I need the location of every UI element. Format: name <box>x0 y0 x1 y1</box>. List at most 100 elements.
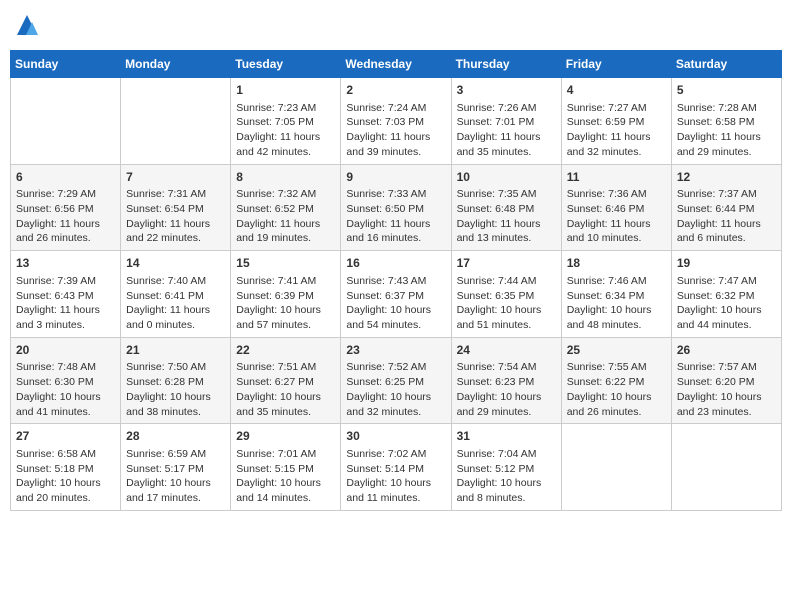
day-content: Sunrise: 7:01 AM Sunset: 5:15 PM Dayligh… <box>236 447 335 506</box>
day-number: 28 <box>126 428 225 445</box>
day-number: 10 <box>457 169 556 186</box>
day-content: Sunrise: 7:36 AM Sunset: 6:46 PM Dayligh… <box>567 187 666 246</box>
day-content: Sunrise: 7:50 AM Sunset: 6:28 PM Dayligh… <box>126 360 225 419</box>
logo <box>10 10 42 40</box>
calendar-cell: 5 Sunrise: 7:28 AM Sunset: 6:58 PM Daylig… <box>671 78 781 165</box>
calendar-cell: 22Sunrise: 7:51 AM Sunset: 6:27 PM Dayli… <box>231 337 341 424</box>
day-number: 7 <box>126 169 225 186</box>
calendar-cell: 23Sunrise: 7:52 AM Sunset: 6:25 PM Dayli… <box>341 337 451 424</box>
calendar-body: 1 Sunrise: 7:23 AM Sunset: 7:05 PM Daylig… <box>11 78 782 511</box>
day-content: Sunrise: 7:43 AM Sunset: 6:37 PM Dayligh… <box>346 274 445 333</box>
day-content: Sunrise: 7:26 AM Sunset: 7:01 PM Dayligh… <box>457 101 556 160</box>
calendar-cell: 20Sunrise: 7:48 AM Sunset: 6:30 PM Dayli… <box>11 337 121 424</box>
header-wednesday: Wednesday <box>341 51 451 78</box>
day-number: 12 <box>677 169 776 186</box>
calendar-cell: 24Sunrise: 7:54 AM Sunset: 6:23 PM Dayli… <box>451 337 561 424</box>
week-row-0: 1 Sunrise: 7:23 AM Sunset: 7:05 PM Daylig… <box>11 78 782 165</box>
calendar-cell: 17 Sunrise: 7:44 AM Sunset: 6:35 PM Dayli… <box>451 251 561 338</box>
day-number: 15 <box>236 255 335 272</box>
day-number: 18 <box>567 255 666 272</box>
header-thursday: Thursday <box>451 51 561 78</box>
calendar-cell: 12Sunrise: 7:37 AM Sunset: 6:44 PM Dayli… <box>671 164 781 251</box>
week-row-1: 6Sunrise: 7:29 AM Sunset: 6:56 PM Daylig… <box>11 164 782 251</box>
calendar-cell: 28 Sunrise: 6:59 AM Sunset: 5:17 PM Dayli… <box>121 424 231 511</box>
calendar-cell: 21Sunrise: 7:50 AM Sunset: 6:28 PM Dayli… <box>121 337 231 424</box>
calendar-cell: 8Sunrise: 7:32 AM Sunset: 6:52 PM Daylig… <box>231 164 341 251</box>
day-number: 1 <box>236 82 335 99</box>
page-header <box>10 10 782 40</box>
calendar-cell: 13 Sunrise: 7:39 AM Sunset: 6:43 PM Dayli… <box>11 251 121 338</box>
calendar-cell: 7Sunrise: 7:31 AM Sunset: 6:54 PM Daylig… <box>121 164 231 251</box>
day-number: 29 <box>236 428 335 445</box>
day-content: Sunrise: 6:58 AM Sunset: 5:18 PM Dayligh… <box>16 447 115 506</box>
week-row-4: 27Sunrise: 6:58 AM Sunset: 5:18 PM Dayli… <box>11 424 782 511</box>
calendar-cell: 14 Sunrise: 7:40 AM Sunset: 6:41 PM Dayli… <box>121 251 231 338</box>
day-content: Sunrise: 7:37 AM Sunset: 6:44 PM Dayligh… <box>677 187 776 246</box>
logo-icon <box>12 10 42 40</box>
day-content: Sunrise: 7:35 AM Sunset: 6:48 PM Dayligh… <box>457 187 556 246</box>
day-number: 25 <box>567 342 666 359</box>
day-content: Sunrise: 7:47 AM Sunset: 6:32 PM Dayligh… <box>677 274 776 333</box>
calendar-cell: 16 Sunrise: 7:43 AM Sunset: 6:37 PM Dayli… <box>341 251 451 338</box>
calendar-cell: 18Sunrise: 7:46 AM Sunset: 6:34 PM Dayli… <box>561 251 671 338</box>
calendar-cell: 10Sunrise: 7:35 AM Sunset: 6:48 PM Dayli… <box>451 164 561 251</box>
day-content: Sunrise: 7:29 AM Sunset: 6:56 PM Dayligh… <box>16 187 115 246</box>
calendar-cell: 3 Sunrise: 7:26 AM Sunset: 7:01 PM Daylig… <box>451 78 561 165</box>
calendar-cell: 31Sunrise: 7:04 AM Sunset: 5:12 PM Dayli… <box>451 424 561 511</box>
day-content: Sunrise: 7:39 AM Sunset: 6:43 PM Dayligh… <box>16 274 115 333</box>
day-number: 17 <box>457 255 556 272</box>
day-content: Sunrise: 7:57 AM Sunset: 6:20 PM Dayligh… <box>677 360 776 419</box>
day-number: 13 <box>16 255 115 272</box>
day-content: Sunrise: 7:51 AM Sunset: 6:27 PM Dayligh… <box>236 360 335 419</box>
week-row-3: 20Sunrise: 7:48 AM Sunset: 6:30 PM Dayli… <box>11 337 782 424</box>
day-number: 23 <box>346 342 445 359</box>
day-number: 19 <box>677 255 776 272</box>
day-content: Sunrise: 7:40 AM Sunset: 6:41 PM Dayligh… <box>126 274 225 333</box>
header-row: SundayMondayTuesdayWednesdayThursdayFrid… <box>11 51 782 78</box>
calendar-cell: 2Sunrise: 7:24 AM Sunset: 7:03 PM Daylig… <box>341 78 451 165</box>
calendar-cell: 4 Sunrise: 7:27 AM Sunset: 6:59 PM Daylig… <box>561 78 671 165</box>
day-number: 3 <box>457 82 556 99</box>
day-number: 31 <box>457 428 556 445</box>
calendar-header: SundayMondayTuesdayWednesdayThursdayFrid… <box>11 51 782 78</box>
day-number: 24 <box>457 342 556 359</box>
day-number: 30 <box>346 428 445 445</box>
calendar-cell: 19 Sunrise: 7:47 AM Sunset: 6:32 PM Dayli… <box>671 251 781 338</box>
calendar-cell: 29 Sunrise: 7:01 AM Sunset: 5:15 PM Dayli… <box>231 424 341 511</box>
day-content: Sunrise: 7:52 AM Sunset: 6:25 PM Dayligh… <box>346 360 445 419</box>
day-number: 16 <box>346 255 445 272</box>
calendar-table: SundayMondayTuesdayWednesdayThursdayFrid… <box>10 50 782 511</box>
day-content: Sunrise: 7:28 AM Sunset: 6:58 PM Dayligh… <box>677 101 776 160</box>
day-number: 2 <box>346 82 445 99</box>
day-content: Sunrise: 7:23 AM Sunset: 7:05 PM Dayligh… <box>236 101 335 160</box>
calendar-cell <box>671 424 781 511</box>
day-number: 26 <box>677 342 776 359</box>
day-content: Sunrise: 7:55 AM Sunset: 6:22 PM Dayligh… <box>567 360 666 419</box>
day-number: 11 <box>567 169 666 186</box>
day-content: Sunrise: 7:32 AM Sunset: 6:52 PM Dayligh… <box>236 187 335 246</box>
day-content: Sunrise: 7:41 AM Sunset: 6:39 PM Dayligh… <box>236 274 335 333</box>
header-sunday: Sunday <box>11 51 121 78</box>
day-number: 14 <box>126 255 225 272</box>
calendar-cell: 27Sunrise: 6:58 AM Sunset: 5:18 PM Dayli… <box>11 424 121 511</box>
header-monday: Monday <box>121 51 231 78</box>
day-number: 5 <box>677 82 776 99</box>
day-content: Sunrise: 7:31 AM Sunset: 6:54 PM Dayligh… <box>126 187 225 246</box>
calendar-cell: 30 Sunrise: 7:02 AM Sunset: 5:14 PM Dayli… <box>341 424 451 511</box>
calendar-cell: 6Sunrise: 7:29 AM Sunset: 6:56 PM Daylig… <box>11 164 121 251</box>
day-number: 22 <box>236 342 335 359</box>
calendar-cell: 26Sunrise: 7:57 AM Sunset: 6:20 PM Dayli… <box>671 337 781 424</box>
day-number: 4 <box>567 82 666 99</box>
day-content: Sunrise: 7:02 AM Sunset: 5:14 PM Dayligh… <box>346 447 445 506</box>
calendar-cell <box>121 78 231 165</box>
calendar-cell: 25Sunrise: 7:55 AM Sunset: 6:22 PM Dayli… <box>561 337 671 424</box>
day-content: Sunrise: 7:44 AM Sunset: 6:35 PM Dayligh… <box>457 274 556 333</box>
header-tuesday: Tuesday <box>231 51 341 78</box>
calendar-cell: 15 Sunrise: 7:41 AM Sunset: 6:39 PM Dayli… <box>231 251 341 338</box>
day-content: Sunrise: 6:59 AM Sunset: 5:17 PM Dayligh… <box>126 447 225 506</box>
header-saturday: Saturday <box>671 51 781 78</box>
day-content: Sunrise: 7:27 AM Sunset: 6:59 PM Dayligh… <box>567 101 666 160</box>
day-number: 8 <box>236 169 335 186</box>
calendar-cell: 11Sunrise: 7:36 AM Sunset: 6:46 PM Dayli… <box>561 164 671 251</box>
day-content: Sunrise: 7:48 AM Sunset: 6:30 PM Dayligh… <box>16 360 115 419</box>
